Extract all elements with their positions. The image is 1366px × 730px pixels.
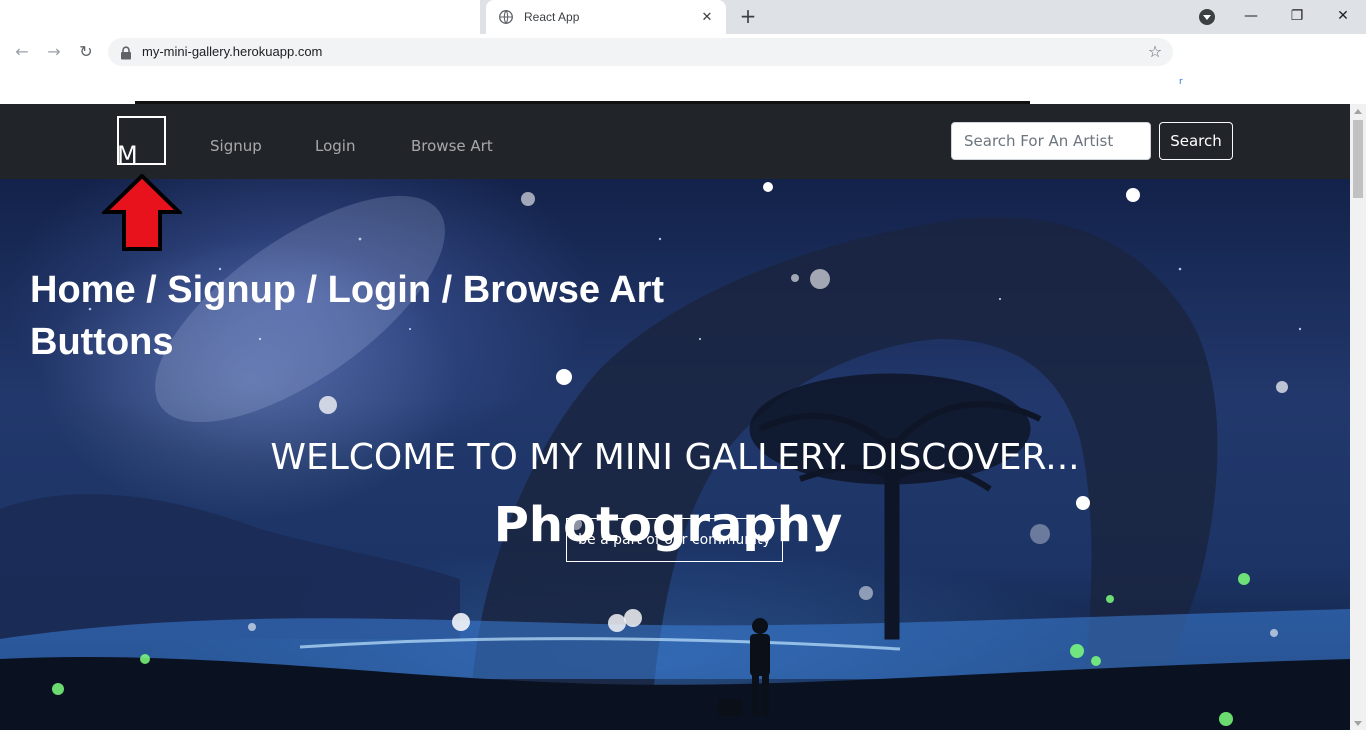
annotation-line-2: Buttons [30, 321, 174, 363]
welcome-text: WELCOME TO MY MINI GALLERY. DISCOVER... [270, 437, 1080, 478]
page-viewport: WELCOME TO MY MINI GALLERY. DISCOVER... … [0, 104, 1350, 730]
back-button[interactable]: ← [10, 40, 34, 64]
profile-menu-icon[interactable] [1199, 9, 1215, 25]
nav-login-link[interactable]: Login [315, 137, 355, 155]
nav-browse-art-link[interactable]: Browse Art [411, 137, 493, 155]
up-arrow-annotation-icon [102, 174, 182, 251]
site-navbar: M Signup Login Browse Art Search [0, 104, 1350, 179]
home-logo-button[interactable]: M [117, 116, 166, 169]
annotation-line-1: Home / Signup / Login / Browse Art [30, 269, 665, 311]
scroll-down-arrow-icon[interactable] [1354, 721, 1362, 726]
join-community-button[interactable]: be a part of our community [566, 518, 783, 562]
close-window-button[interactable]: ✕ [1320, 5, 1366, 27]
restore-window-button[interactable]: ❐ [1274, 5, 1320, 27]
browser-tab-strip: React App ✕ + — ❐ ✕ [0, 0, 1366, 34]
close-tab-icon[interactable]: ✕ [698, 10, 716, 25]
url-text[interactable]: my-mini-gallery.herokuapp.com [142, 38, 322, 66]
lock-icon [120, 45, 134, 60]
bookmark-mark: r [1179, 77, 1183, 87]
nav-signup-link[interactable]: Signup [210, 137, 262, 155]
globe-icon [498, 9, 514, 25]
hero-section: WELCOME TO MY MINI GALLERY. DISCOVER... … [0, 179, 1350, 730]
bookmark-bar: r [0, 70, 1366, 104]
welcome-heading: WELCOME TO MY MINI GALLERY. DISCOVER... [0, 437, 1350, 478]
minimize-window-button[interactable]: — [1228, 5, 1274, 27]
scroll-up-arrow-icon[interactable] [1354, 109, 1362, 114]
scrollbar-thumb[interactable] [1353, 120, 1363, 198]
forward-button[interactable]: → [42, 40, 66, 64]
annotation-label: Home / Signup / Login / Browse Art Butto… [30, 264, 664, 368]
logo-letter: M [117, 141, 138, 169]
star-icon[interactable]: ☆ [1145, 42, 1165, 62]
address-bar[interactable]: my-mini-gallery.herokuapp.com ☆ [108, 38, 1173, 66]
tab-title: React App [524, 10, 580, 24]
page-scrollbar[interactable] [1350, 104, 1366, 730]
search-button[interactable]: Search [1159, 122, 1233, 160]
browser-tab[interactable]: React App ✕ [486, 0, 726, 34]
artist-search-input[interactable] [951, 122, 1151, 160]
tab-strip-blank-area [0, 0, 480, 34]
new-tab-button[interactable]: + [737, 5, 759, 27]
reload-button[interactable]: ↻ [74, 40, 98, 64]
browser-toolbar: ← → ↻ my-mini-gallery.herokuapp.com ☆ [0, 34, 1366, 70]
